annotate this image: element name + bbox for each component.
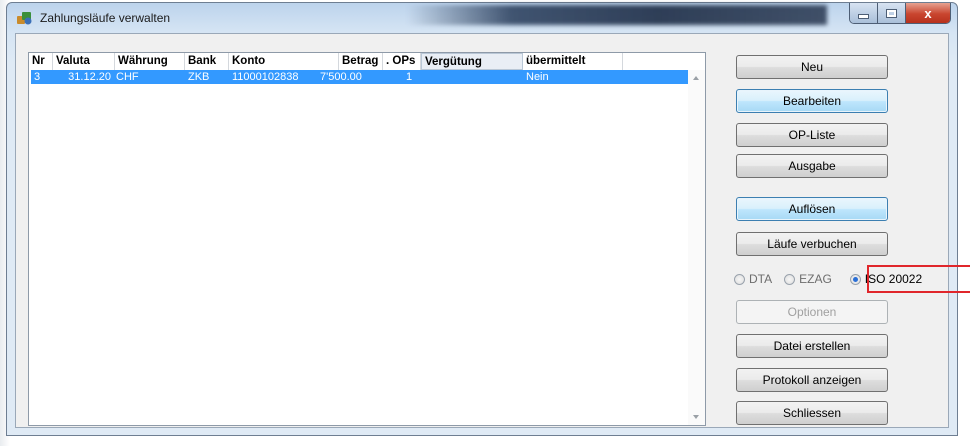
cell-verguetung [421, 70, 523, 84]
cell-betrag: 7'500.00 [320, 71, 362, 83]
cell-konto: 11000102838 [232, 71, 299, 83]
column-header-konto[interactable]: Konto [229, 53, 339, 70]
scroll-down-icon[interactable] [693, 415, 699, 419]
column-header-valuta[interactable]: Valuta [53, 53, 115, 70]
radio-dta[interactable]: DTA [734, 272, 772, 286]
cell-bank: ZKB [188, 71, 210, 83]
list-header: Nr Valuta Währung Bank Konto Betrag . OP… [29, 53, 705, 70]
radio-iso20022-icon[interactable] [849, 273, 861, 285]
vertical-scrollbar[interactable] [688, 70, 705, 425]
table-row[interactable]: 3 31.12.20 CHF ZKB 11000102838 7'500.00 … [31, 70, 691, 84]
radio-ezag-label: EZAG [799, 272, 832, 286]
scroll-up-icon[interactable] [693, 76, 699, 80]
cell-uebermittelt: Nein [526, 71, 549, 83]
zahlungslaeufe-window: Zahlungsläufe verwalten x Nr Valuta Währ… [6, 2, 970, 436]
op-liste-button[interactable]: OP-Liste [736, 123, 888, 147]
window-title: Zahlungsläufe verwalten [40, 11, 171, 25]
window-controls: x [849, 3, 951, 24]
client-area: Nr Valuta Währung Bank Konto Betrag . OP… [15, 33, 970, 428]
laeufe-verbuchen-button[interactable]: Läufe verbuchen [736, 232, 888, 256]
protokoll-anzeigen-button[interactable]: Protokoll anzeigen [736, 368, 888, 392]
title-bar-glass [407, 5, 827, 25]
minimize-icon [858, 13, 869, 19]
close-icon: x [924, 5, 932, 21]
column-header-betrag[interactable]: Betrag [339, 53, 383, 70]
cell-ops: 1 [406, 71, 413, 83]
close-button[interactable]: x [906, 3, 950, 23]
maximize-button[interactable] [878, 3, 906, 23]
cell-valuta: 31.12.20 [68, 71, 111, 83]
ausgabe-button[interactable]: Ausgabe [736, 154, 888, 178]
cell-waehrung: CHF [116, 71, 139, 83]
radio-ezag[interactable]: EZAG [784, 272, 832, 286]
neu-button[interactable]: Neu [736, 55, 888, 79]
datei-erstellen-button[interactable]: Datei erstellen [736, 334, 888, 358]
highlight-box [867, 265, 970, 293]
schliessen-button[interactable]: Schliessen [736, 401, 888, 425]
column-header-nr[interactable]: Nr [29, 53, 53, 70]
optionen-button[interactable]: Optionen [736, 300, 888, 324]
cell-nr: 3 [34, 71, 41, 83]
column-header-waehrung[interactable]: Währung [115, 53, 185, 70]
zahlungslaeufe-list[interactable]: Nr Valuta Währung Bank Konto Betrag . OP… [28, 52, 706, 426]
app-icon [17, 12, 32, 25]
radio-ezag-icon[interactable] [784, 273, 796, 285]
column-header-uebermittelt[interactable]: übermittelt [523, 53, 623, 70]
aufloesen-button[interactable]: Auflösen [736, 197, 888, 221]
title-bar[interactable]: Zahlungsläufe verwalten x [7, 3, 957, 33]
minimize-button[interactable] [850, 3, 878, 23]
column-header-verguetung[interactable]: Vergütung [421, 53, 523, 70]
radio-dta-icon[interactable] [734, 273, 745, 285]
radio-dta-label: DTA [749, 272, 773, 286]
column-header-bank[interactable]: Bank [185, 53, 229, 70]
column-header-ops[interactable]: . OPs [383, 53, 421, 70]
bearbeiten-button[interactable]: Bearbeiten [736, 89, 888, 113]
maximize-icon [886, 8, 897, 18]
